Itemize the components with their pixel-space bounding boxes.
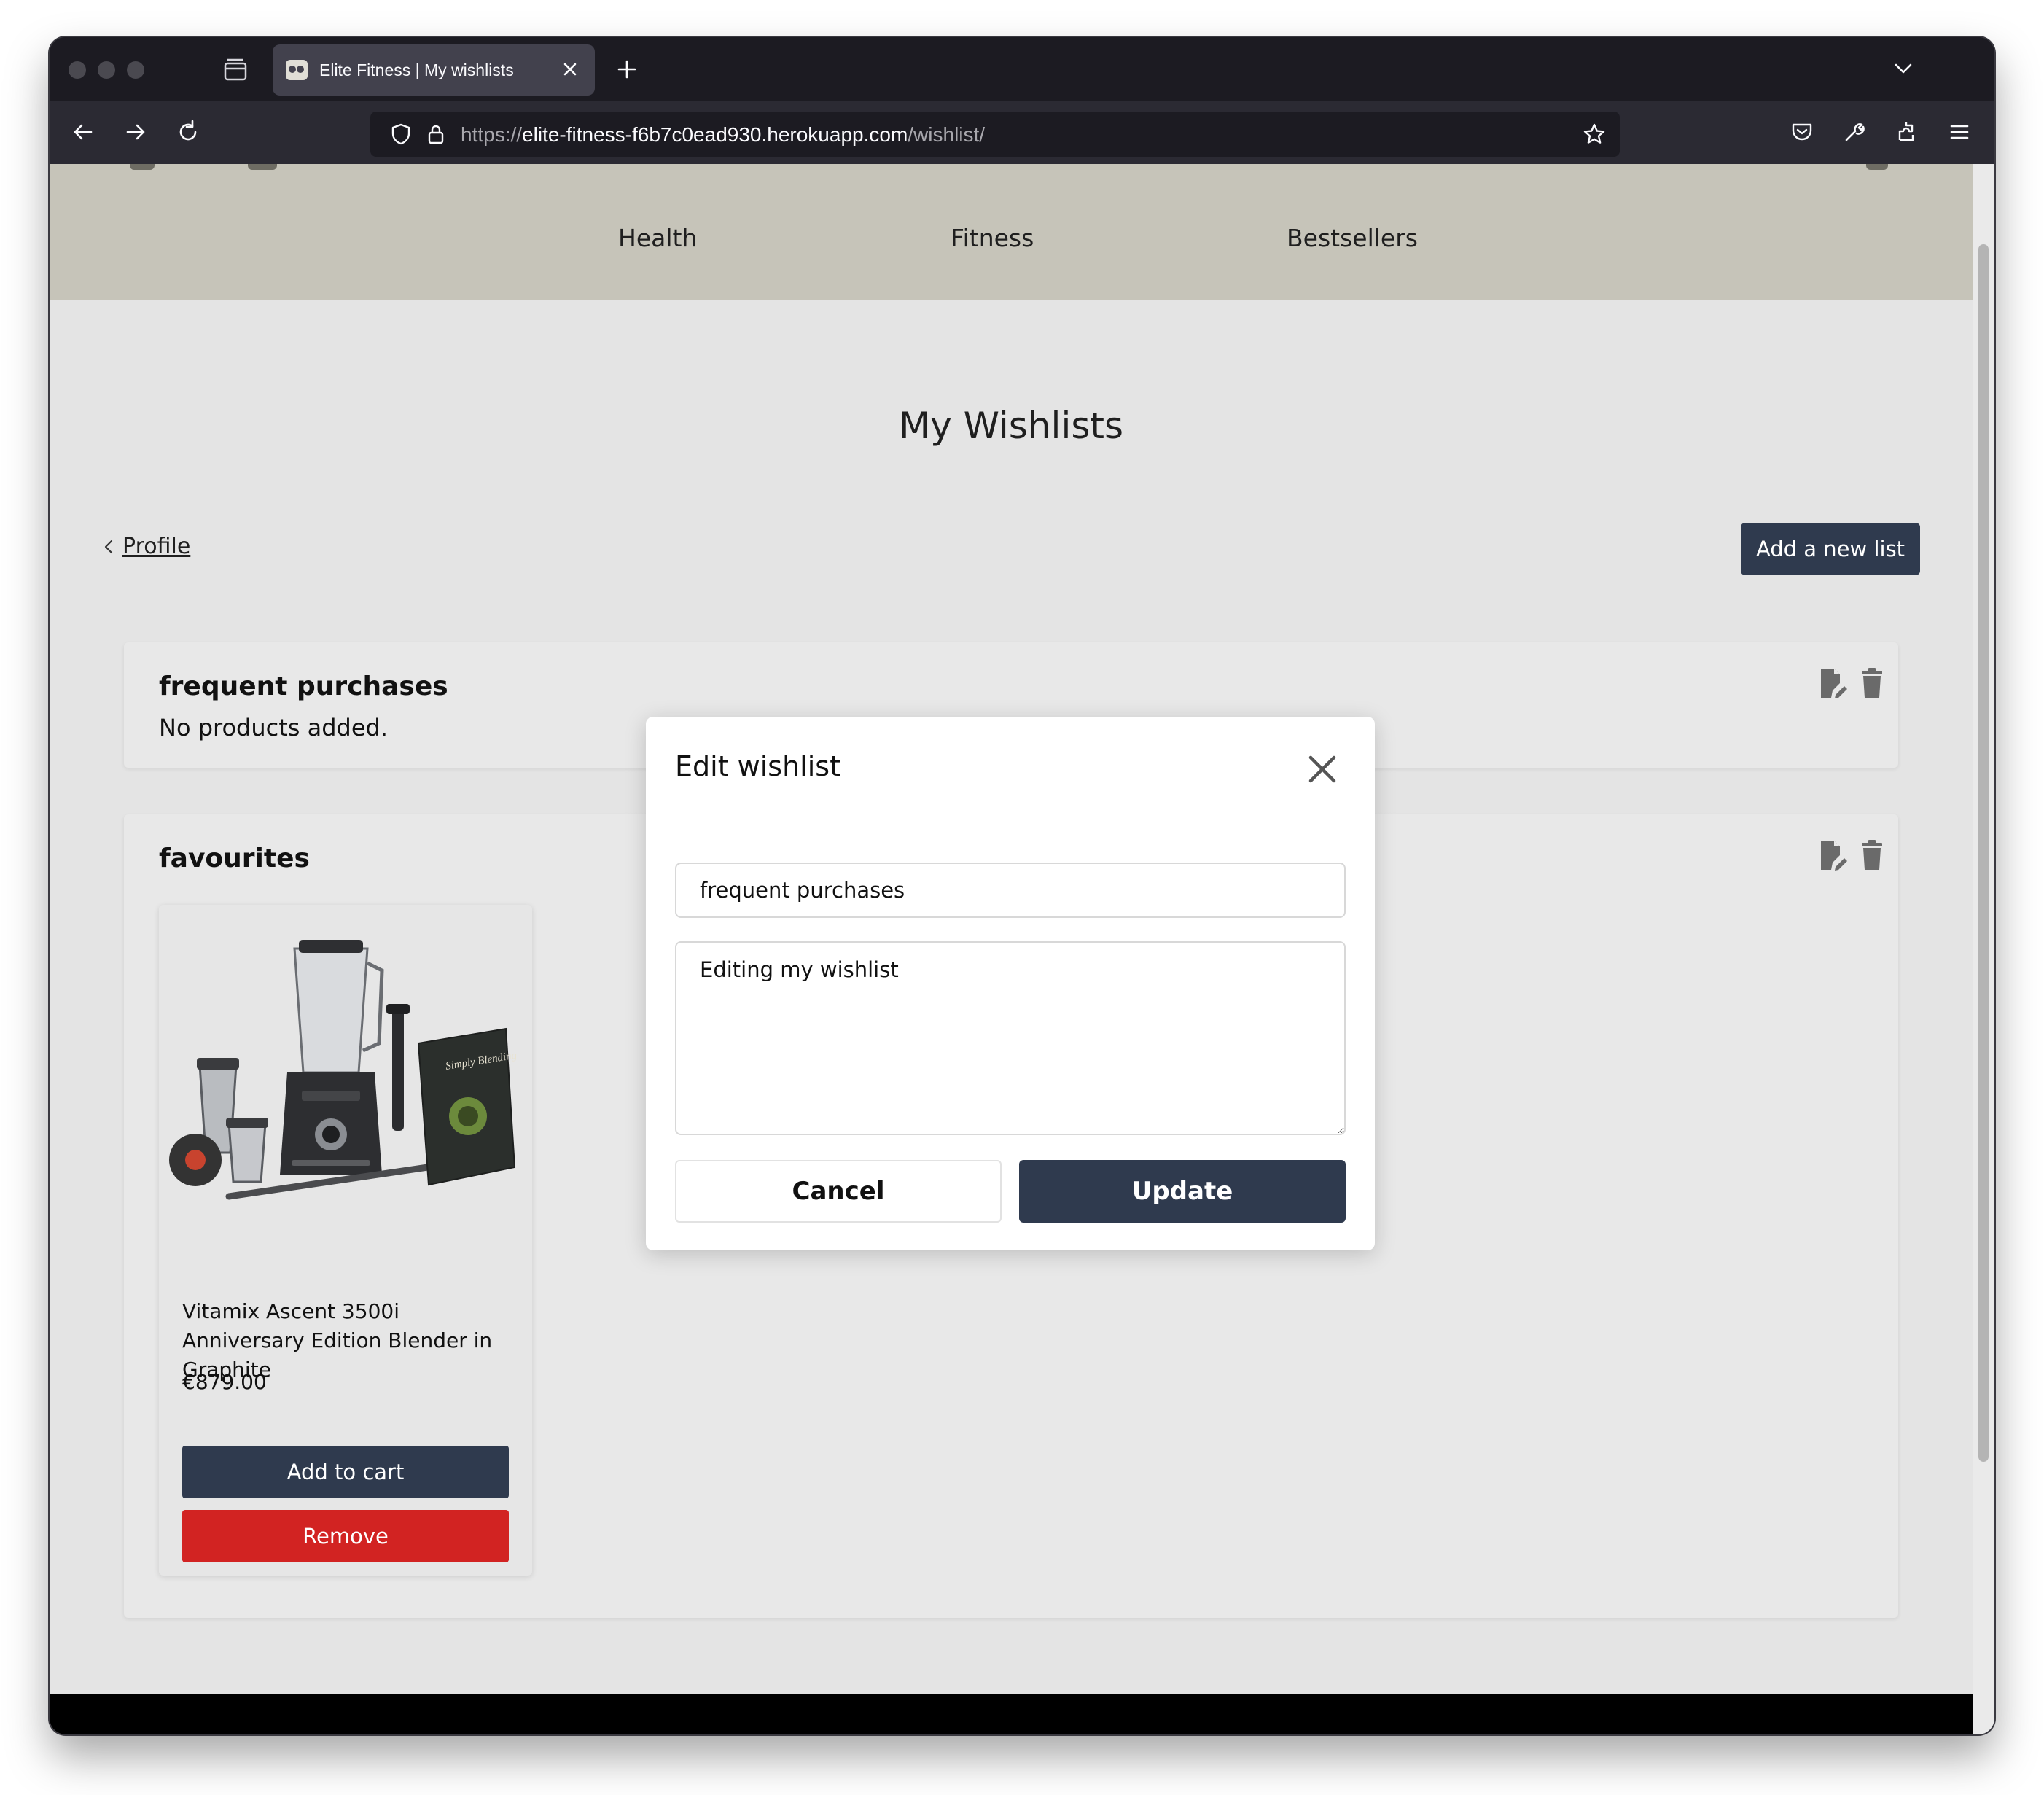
chevron-down-icon[interactable]: [1891, 56, 1916, 81]
forward-arrow-icon[interactable]: [121, 117, 150, 147]
new-tab-icon[interactable]: [612, 55, 641, 84]
trash-icon[interactable]: [1857, 839, 1887, 871]
lock-icon[interactable]: [424, 122, 448, 146]
edit-wishlist-icon[interactable]: [1818, 667, 1847, 699]
url-text[interactable]: https://elite-fitness-f6b7c0ead930.herok…: [461, 123, 985, 147]
url-scheme: https://: [461, 123, 523, 146]
tabs-overview-icon[interactable]: [222, 56, 249, 84]
scrollbar-thumb[interactable]: [1978, 244, 1989, 1462]
chevron-left-icon: [102, 536, 115, 558]
site-favicon-icon: [286, 60, 308, 80]
menu-icon[interactable]: [1945, 117, 1974, 147]
edit-wishlist-icon[interactable]: [1818, 839, 1847, 871]
header-icon-fragment: [130, 164, 155, 170]
add-new-list-button[interactable]: Add a new list: [1741, 523, 1920, 575]
close-window-button[interactable]: [69, 61, 86, 79]
close-icon[interactable]: [1306, 753, 1338, 785]
url-path: /wishlist/: [908, 123, 986, 146]
navigation-toolbar: https://elite-fitness-f6b7c0ead930.herok…: [50, 101, 1994, 164]
page-scrollbar[interactable]: [1973, 164, 1994, 1734]
nav-link-fitness[interactable]: Fitness: [951, 224, 1034, 252]
wishlist-name-input[interactable]: [675, 863, 1346, 918]
page-title: My Wishlists: [898, 405, 1124, 447]
maximize-window-button[interactable]: [127, 61, 144, 79]
pocket-icon[interactable]: [1787, 117, 1817, 147]
update-button[interactable]: Update: [1019, 1160, 1346, 1223]
wishlist-empty-text: No products added.: [159, 714, 389, 741]
browser-window: Elite Fitness | My wishlists https://eli…: [50, 37, 1994, 1734]
tab-title: Elite Fitness | My wishlists: [319, 61, 514, 79]
back-arrow-icon[interactable]: [69, 117, 98, 147]
close-tab-icon[interactable]: [558, 58, 582, 81]
tab-strip: Elite Fitness | My wishlists: [50, 37, 1994, 101]
modal-title: Edit wishlist: [675, 750, 840, 782]
product-price: €879.00: [182, 1370, 267, 1394]
extensions-icon[interactable]: [1892, 117, 1922, 147]
nav-link-bestsellers[interactable]: Bestsellers: [1287, 224, 1418, 252]
profile-back-link[interactable]: Profile: [102, 533, 190, 559]
add-to-cart-button[interactable]: Add to cart: [182, 1446, 509, 1498]
header-icon-fragment: [248, 164, 277, 170]
wishlist-name: frequent purchases: [159, 671, 448, 701]
wishlist-name: favourites: [159, 844, 310, 873]
profile-link-label: Profile: [122, 534, 191, 559]
address-bar[interactable]: https://elite-fitness-f6b7c0ead930.herok…: [370, 112, 1620, 157]
trash-icon[interactable]: [1857, 667, 1887, 699]
site-footer: [50, 1694, 1973, 1734]
minimize-window-button[interactable]: [98, 61, 115, 79]
product-card: Simply Blending Vitamix Ascent 3500i Ann…: [159, 905, 532, 1576]
wrench-icon[interactable]: [1840, 117, 1869, 147]
remove-product-button[interactable]: Remove: [182, 1510, 509, 1562]
cancel-button[interactable]: Cancel: [675, 1160, 1002, 1223]
shield-icon[interactable]: [389, 122, 413, 146]
site-header: Health Fitness Bestsellers: [50, 164, 1973, 300]
reload-icon[interactable]: [173, 117, 203, 147]
tab-active[interactable]: Elite Fitness | My wishlists: [273, 44, 595, 96]
edit-wishlist-modal: Edit wishlist Editing my wishlist Cancel…: [646, 717, 1375, 1250]
wishlist-description-textarea[interactable]: Editing my wishlist: [675, 941, 1346, 1135]
header-icon-fragment: [1866, 164, 1888, 170]
web-page: Health Fitness Bestsellers My Wishlists …: [50, 164, 1973, 1734]
product-image[interactable]: Simply Blending: [163, 934, 528, 1226]
bookmark-star-icon[interactable]: [1582, 122, 1607, 147]
nav-link-health[interactable]: Health: [618, 224, 697, 252]
url-host: elite-fitness-f6b7c0ead930.herokuapp.com: [522, 123, 908, 146]
